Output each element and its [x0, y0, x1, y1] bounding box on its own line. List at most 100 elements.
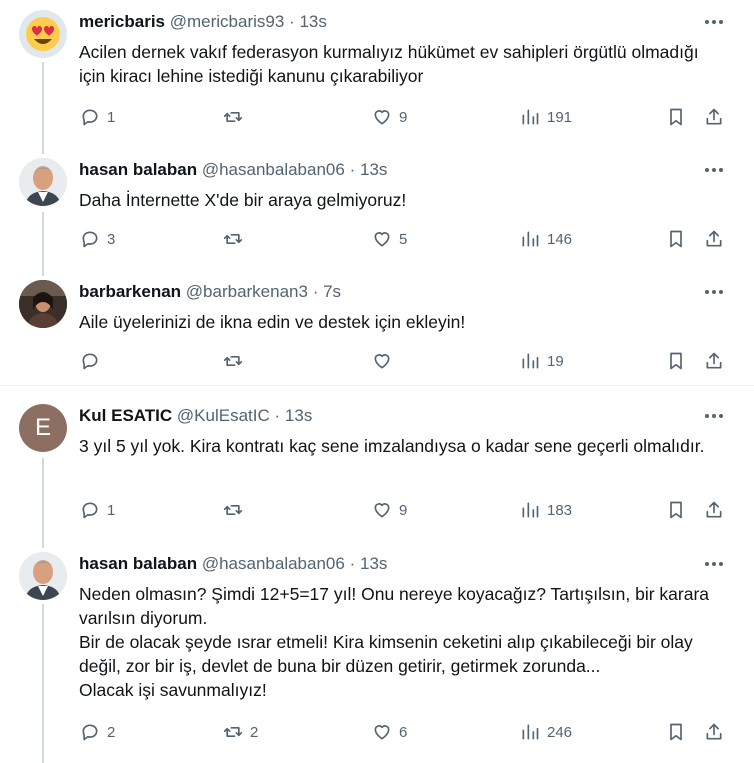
share-button[interactable]: [703, 227, 725, 251]
views-button[interactable]: 146: [519, 227, 572, 251]
avatar[interactable]: [19, 552, 67, 600]
retweet-count: 2: [250, 723, 259, 741]
bookmark-button[interactable]: [665, 498, 687, 522]
views-button[interactable]: 19: [519, 349, 564, 373]
share-icon: [703, 350, 725, 372]
reply-button[interactable]: 1: [79, 105, 115, 129]
user-handle[interactable]: @hasanbalaban06: [202, 160, 345, 179]
analytics-bars-icon: [519, 499, 541, 521]
view-count: 246: [547, 723, 573, 741]
tweet[interactable]: hasan balaban @hasanbalaban06 · 13s Daha…: [0, 148, 754, 270]
more-options-icon[interactable]: [702, 160, 726, 180]
heart-eyes-emoji-icon: [26, 17, 60, 51]
tweet-header: mericbaris @mericbaris93 · 13s: [79, 12, 327, 32]
tweet[interactable]: E Kul ESATIC @KulEsatIC · 13s 3 yıl 5 yı…: [0, 394, 754, 542]
tweet-text: Daha İnternette X'de bir araya gelmiyoru…: [79, 190, 407, 210]
user-handle[interactable]: @KulEsatIC: [177, 406, 270, 425]
reply-icon: [79, 350, 101, 372]
conversation-divider: [0, 385, 754, 386]
more-options-icon[interactable]: [702, 406, 726, 426]
timestamp[interactable]: 13s: [299, 12, 326, 31]
reply-button[interactable]: 2: [79, 720, 115, 744]
like-button[interactable]: 5: [371, 227, 407, 251]
view-count: 19: [547, 352, 564, 370]
retweet-button[interactable]: [222, 349, 250, 373]
tweet[interactable]: mericbaris @mericbaris93 · 13s Acilen de…: [0, 0, 754, 150]
bookmark-button[interactable]: [665, 227, 687, 251]
reply-button[interactable]: [79, 349, 107, 373]
reply-icon: [79, 106, 101, 128]
reply-count: 1: [107, 501, 116, 519]
like-count: 5: [399, 230, 408, 248]
tweet-text: Aile üyelerinizi de ikna edin ve destek …: [79, 312, 466, 332]
tweet-actions: 2 2 6 246: [79, 720, 729, 744]
retweet-button[interactable]: [222, 498, 250, 522]
avatar[interactable]: [19, 10, 67, 58]
timestamp[interactable]: 13s: [285, 406, 312, 425]
more-options-icon[interactable]: [702, 282, 726, 302]
reply-icon: [79, 721, 101, 743]
share-icon: [703, 228, 725, 250]
share-button[interactable]: [703, 498, 725, 522]
view-count: 191: [547, 108, 573, 126]
like-button[interactable]: [371, 349, 399, 373]
like-button[interactable]: 9: [371, 105, 407, 129]
separator-dot: ·: [312, 282, 319, 301]
bookmark-button[interactable]: [665, 105, 687, 129]
separator-dot: ·: [349, 554, 356, 573]
views-button[interactable]: 246: [519, 720, 572, 744]
heart-icon: [371, 228, 393, 250]
user-handle[interactable]: @barbarkenan3: [186, 282, 308, 301]
views-button[interactable]: 183: [519, 498, 572, 522]
reply-button[interactable]: 3: [79, 227, 115, 251]
retweet-icon: [222, 499, 244, 521]
avatar[interactable]: [19, 158, 67, 206]
share-button[interactable]: [703, 720, 725, 744]
like-button[interactable]: 9: [371, 498, 407, 522]
tweet-text: Acilen dernek vakıf federasyon kurmalıyı…: [79, 42, 699, 86]
bookmark-button[interactable]: [665, 349, 687, 373]
timestamp[interactable]: 7s: [323, 282, 341, 301]
reply-button[interactable]: 1: [79, 498, 115, 522]
display-name[interactable]: Kul ESATIC: [79, 406, 172, 425]
display-name[interactable]: hasan balaban: [79, 554, 197, 573]
more-options-icon[interactable]: [702, 12, 726, 32]
heart-icon: [371, 350, 393, 372]
bookmark-button[interactable]: [665, 720, 687, 744]
share-icon: [703, 106, 725, 128]
display-name[interactable]: hasan balaban: [79, 160, 197, 179]
retweet-icon: [222, 350, 244, 372]
tweet[interactable]: barbarkenan @barbarkenan3 · 7s Aile üyel…: [0, 270, 754, 385]
views-button[interactable]: 191: [519, 105, 572, 129]
retweet-button[interactable]: [222, 227, 250, 251]
tweet[interactable]: hasan balaban @hasanbalaban06 · 13s Nede…: [0, 542, 754, 763]
separator-dot: ·: [289, 12, 295, 31]
analytics-bars-icon: [519, 721, 541, 743]
share-button[interactable]: [703, 105, 725, 129]
user-handle[interactable]: @mericbaris93: [170, 12, 285, 31]
separator-dot: ·: [349, 160, 356, 179]
avatar[interactable]: E: [19, 404, 67, 452]
reply-count: 3: [107, 230, 116, 248]
like-button[interactable]: 6: [371, 720, 407, 744]
tweet-actions: 1 9 191: [79, 105, 729, 129]
avatar[interactable]: [19, 280, 67, 328]
more-options-icon[interactable]: [702, 554, 726, 574]
timestamp[interactable]: 13s: [360, 160, 387, 179]
tweet-header: Kul ESATIC @KulEsatIC · 13s: [79, 406, 312, 426]
tweet-text: Neden olmasın? Şimdi 12+5=17 yıl! Onu ne…: [79, 584, 710, 700]
display-name[interactable]: barbarkenan: [79, 282, 181, 301]
user-photo-icon: [19, 158, 67, 206]
share-button[interactable]: [703, 349, 725, 373]
retweet-button[interactable]: [222, 105, 250, 129]
heart-icon: [371, 499, 393, 521]
separator-dot: ·: [274, 406, 281, 425]
like-count: 9: [399, 501, 408, 519]
timestamp[interactable]: 13s: [360, 554, 387, 573]
share-icon: [703, 499, 725, 521]
like-count: 6: [399, 723, 408, 741]
bookmark-icon: [665, 499, 687, 521]
retweet-button[interactable]: 2: [222, 720, 258, 744]
user-handle[interactable]: @hasanbalaban06: [202, 554, 345, 573]
display-name[interactable]: mericbaris: [79, 12, 165, 31]
